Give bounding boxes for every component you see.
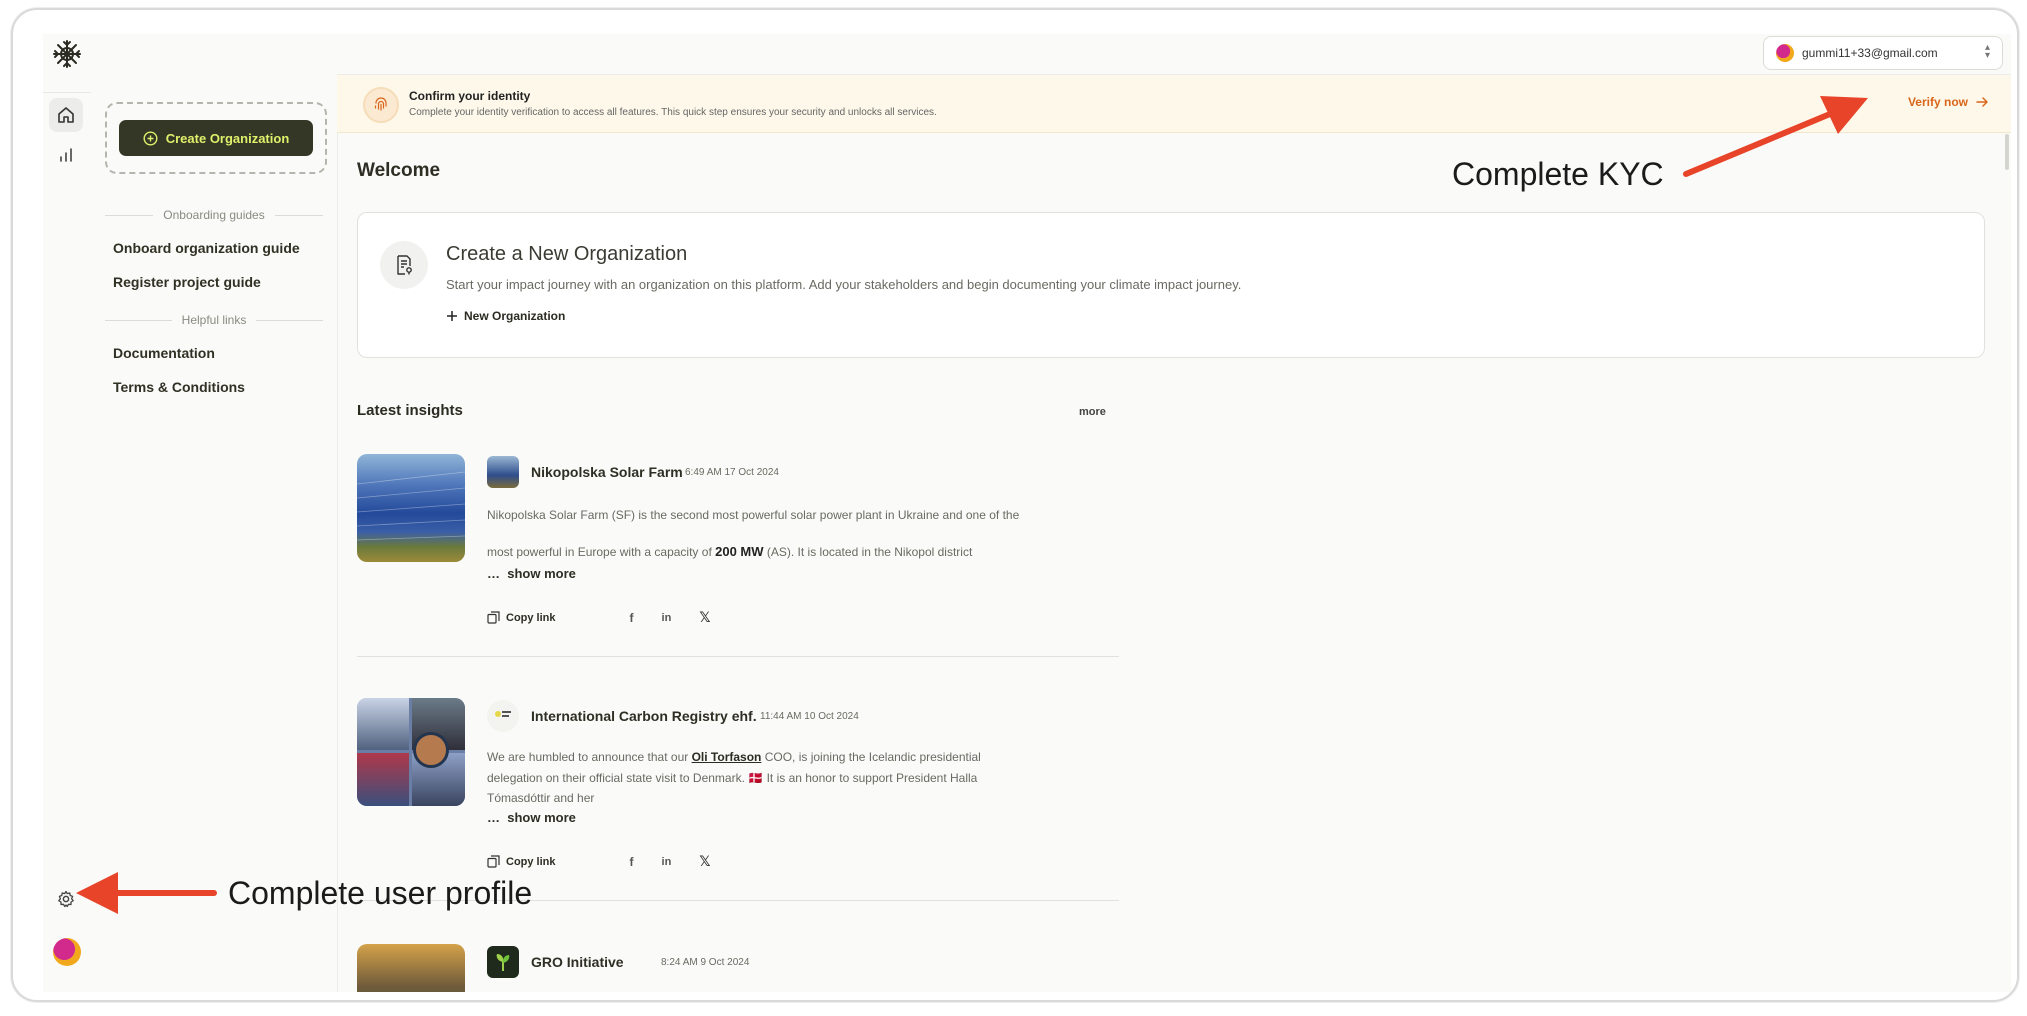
post-highlight: 200 MW [715,544,764,559]
plus-circle-icon [143,130,158,146]
profile-annotation-arrow [76,872,217,914]
post-actions: Copy link f in 𝕏 [487,853,711,870]
new-organization-label: New Organization [464,309,566,323]
create-organization-button[interactable]: Create Organization [119,120,313,156]
facebook-icon[interactable]: f [630,855,634,869]
sidebar: Create Organization Onboarding guides On… [91,34,338,992]
post-source-name[interactable]: GRO Initiative [531,954,624,970]
home-nav-button[interactable] [49,98,83,132]
kyc-annotation-arrow [1683,96,1868,177]
insight-post: GRO Initiative 8:24 AM 9 Oct 2024 [357,944,1119,992]
post-text-line: Tómasdóttir and her [487,791,595,805]
scrollbar[interactable] [2005,134,2009,170]
linkedin-icon[interactable]: in [662,856,672,868]
post-source-name[interactable]: Nikopolska Solar Farm [531,464,683,480]
show-more-link[interactable]: … show more [487,810,576,825]
insight-post: Nikopolska Solar Farm 6:49 AM 17 Oct 202… [357,454,1119,658]
x-icon[interactable]: 𝕏 [699,853,710,870]
latest-insights-heading: Latest insights [357,402,463,419]
onboarding-guides-heading: Onboarding guides [105,208,323,222]
nav-rail [43,34,92,992]
helpful-links-heading: Helpful links [105,313,323,327]
account-avatar [1776,44,1794,62]
post-text-line: delegation on their official state visit… [487,771,978,785]
create-organization-label: Create Organization [165,130,290,146]
post-actions: Copy link f in 𝕏 [487,609,711,626]
post-timestamp: 6:49 AM 17 Oct 2024 [685,467,779,478]
show-more-link[interactable]: … show more [487,566,576,581]
gear-icon [58,890,74,908]
copy-link-button[interactable]: Copy link [487,855,556,868]
copy-icon [487,611,500,624]
copy-icon [487,855,500,868]
rail-divider [43,92,91,93]
create-organization-dropzone: Create Organization [105,102,327,174]
x-icon[interactable]: 𝕏 [699,609,710,626]
document-icon [380,241,428,289]
home-icon [58,107,74,123]
account-switcher[interactable]: gummi11+33@gmail.com ▴ ▾ [1763,36,2003,70]
linkedin-icon[interactable]: in [662,612,672,624]
insight-post: International Carbon Registry ehf. 11:44… [357,698,1119,902]
app-logo[interactable] [51,38,83,70]
more-insights-link[interactable]: more [1079,406,1106,418]
profile-annotation: Complete user profile [228,875,533,911]
verify-now-link[interactable]: Verify now [1908,95,1989,109]
kyc-annotation: Complete KYC [1452,156,1664,192]
post-source-logo [487,946,519,978]
post-timestamp: 11:44 AM 10 Oct 2024 [760,711,859,722]
top-bar: gummi11+33@gmail.com ▴ ▾ [337,34,2011,75]
post-source-logo [487,700,519,732]
page-title: Welcome [357,160,441,181]
post-text-line: We are humbled to announce that our Oli … [487,750,981,764]
post-source-logo [487,456,519,488]
post-text-line: Nikopolska Solar Farm (SF) is the second… [487,508,1020,522]
post-thumbnail[interactable] [357,454,465,562]
register-project-guide-link[interactable]: Register project guide [113,274,261,290]
post-thumbnail[interactable] [357,698,465,806]
fingerprint-icon [363,87,399,123]
banner-subtitle: Complete your identity verification to a… [409,107,937,118]
arrow-right-icon [1976,97,1988,107]
copy-link-button[interactable]: Copy link [487,611,556,624]
post-timestamp: 8:24 AM 9 Oct 2024 [661,957,750,968]
mention-link[interactable]: Oli Torfason [692,750,762,764]
create-organization-card: Create a New Organization Start your imp… [357,212,1985,358]
user-avatar[interactable] [53,938,81,966]
post-source-name[interactable]: International Carbon Registry ehf. [531,708,757,724]
plus-icon [447,311,457,321]
card-title: Create a New Organization [446,243,688,265]
bar-chart-icon [60,148,72,162]
onboard-organization-guide-link[interactable]: Onboard organization guide [113,240,300,256]
main-content: Welcome Create a New Organization Start … [337,132,2011,992]
terms-conditions-link[interactable]: Terms & Conditions [113,379,245,395]
banner-title: Confirm your identity [409,89,531,103]
post-thumbnail[interactable] [357,944,465,992]
analytics-nav-button[interactable] [49,138,83,172]
card-subtitle: Start your impact journey with an organi… [446,277,1242,292]
chevron-up-down-icon: ▴ ▾ [1984,42,1990,61]
verify-now-label: Verify now [1907,95,1968,109]
post-text-line: most powerful in Europe with a capacity … [487,544,973,559]
account-email: gummi11+33@gmail.com [1802,46,1938,60]
documentation-link[interactable]: Documentation [113,345,215,361]
post-divider [357,656,1119,657]
flag-emoji: 🇩🇰 [748,771,764,785]
new-organization-button[interactable]: New Organization [446,309,565,323]
facebook-icon[interactable]: f [630,611,634,625]
